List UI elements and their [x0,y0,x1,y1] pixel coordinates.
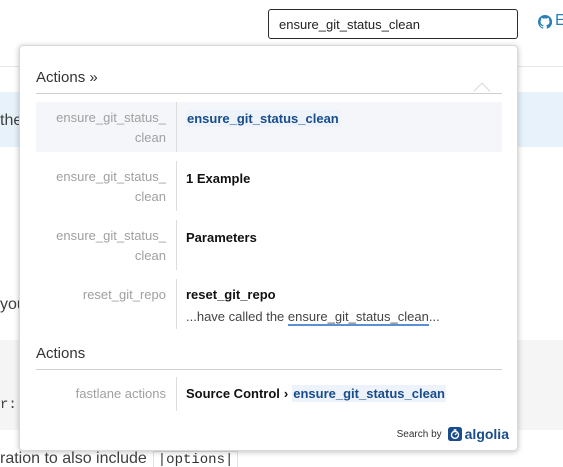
suggestion-category: ensure_git_status_ clean [56,228,166,263]
section-divider [36,369,502,370]
search-suggestions-dropdown: Actions » ensure_git_status_ clean ensur… [19,45,518,451]
search-by-label: Search by [396,428,442,440]
suggestion-divider [176,377,177,411]
suggestion-divider [176,279,177,329]
github-link[interactable]: E [555,12,563,30]
suggestion-title-highlight: ensure_git_status_clean [292,385,446,402]
suggestion-divider [176,102,177,152]
suggestion-item[interactable]: reset_git_repo reset_git_repo ...have ca… [36,279,502,329]
suggestion-divider [176,220,177,270]
section-header-actions: Actions [36,345,86,362]
search-by-algolia[interactable]: Search by algolia [397,426,509,442]
suggestion-category: reset_git_repo [82,287,166,302]
background-paragraph: ration to also include |options| [0,450,239,467]
suggestion-divider [176,161,177,211]
algolia-brand: algolia [464,426,509,442]
search-input[interactable] [268,9,518,39]
section-divider [36,93,502,94]
snippet-text: ...have called the [186,309,288,324]
snippet-highlight: ensure_git_status_clean [287,309,429,326]
inline-code: |options| [152,451,239,467]
suggestion-title: Parameters [186,230,257,245]
suggestion-title-text: Source Control [186,386,280,401]
suggestion-category: fastlane actions [75,386,166,401]
background-text: ration to also include [0,450,147,467]
breadcrumb-arrow-icon: › [283,386,289,401]
suggestion-item[interactable]: fastlane actions Source Control › ensure_g… [36,377,502,411]
suggestion-title: Source Control › ensure_git_status_clean [186,385,446,402]
github-icon[interactable] [538,15,552,29]
suggestion-item[interactable]: ensure_git_status_ clean Parameters [36,220,502,270]
dropdown-caret [473,82,491,100]
suggestion-title: ensure_git_status_clean [186,110,340,127]
suggestion-item[interactable]: ensure_git_status_ clean ensure_git_stat… [36,102,502,152]
suggestion-category: ensure_git_status_ clean [56,110,166,145]
suggestion-title: 1 Example [186,171,251,186]
algolia-logo-icon [447,427,462,441]
suggestion-item[interactable]: ensure_git_status_ clean 1 Example [36,161,502,211]
snippet-text: ... [428,309,440,324]
suggestion-title: reset_git_repo [186,287,276,302]
suggestion-title-highlight: ensure_git_status_clean [186,110,340,127]
background-code-text: r: [0,397,17,413]
section-header-actions-link[interactable]: Actions » [36,69,98,86]
suggestion-snippet: ...have called the ensure_git_status_cle… [186,309,440,326]
suggestion-category: ensure_git_status_ clean [56,169,166,204]
